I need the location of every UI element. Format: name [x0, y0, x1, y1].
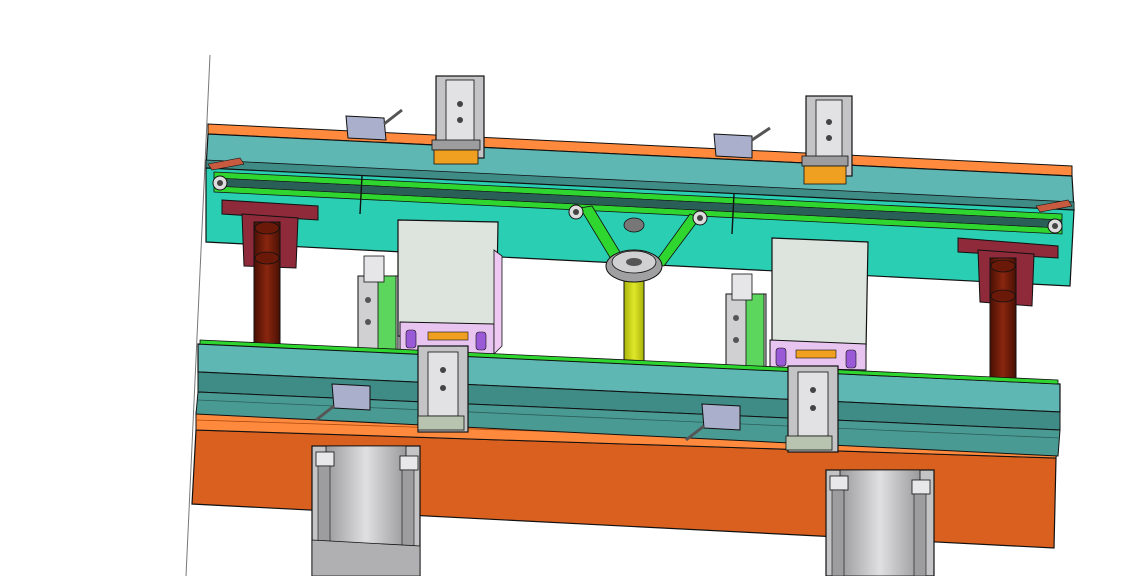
bottom-clamp-left	[417, 345, 469, 433]
cad-assembly-view	[0, 0, 1125, 576]
assembly-drawing	[185, 54, 1075, 576]
top-clamp-right	[801, 95, 853, 185]
motor-right	[825, 469, 935, 576]
bottom-clamp-right	[785, 365, 839, 453]
right-side-fixture	[725, 273, 767, 369]
top-clamp-left	[431, 75, 485, 165]
left-panel-box	[397, 219, 503, 355]
right-panel-box	[769, 237, 869, 371]
motor-left	[311, 445, 421, 576]
left-side-fixture	[357, 255, 399, 351]
